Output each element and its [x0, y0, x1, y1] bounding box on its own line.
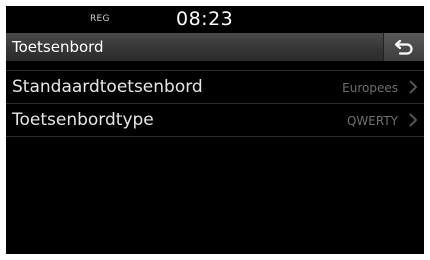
title-bar: Toetsenbord: [6, 33, 424, 61]
chevron-right-icon: [409, 80, 418, 94]
chevron-right-icon: [409, 113, 418, 127]
setting-value: Europees: [342, 81, 398, 95]
screen: REG 08:23 Toetsenbord Standaardtoetsenbo…: [6, 6, 424, 254]
status-reg-label: REG: [90, 14, 110, 24]
setting-item-toetsenbordtype[interactable]: Toetsenbordtype QWERTY: [6, 104, 424, 137]
setting-label: Toetsenbordtype: [12, 110, 154, 130]
status-bar: REG 08:23: [6, 6, 424, 32]
page-title: Toetsenbord: [12, 38, 104, 56]
status-clock: 08:23: [176, 8, 234, 30]
back-arrow-icon: [394, 39, 413, 55]
settings-list: Standaardtoetsenbord Europees Toetsenbor…: [6, 70, 424, 137]
setting-value: QWERTY: [346, 114, 398, 128]
setting-label: Standaardtoetsenbord: [12, 77, 203, 97]
back-button[interactable]: [383, 33, 424, 61]
setting-item-standaardtoetsenbord[interactable]: Standaardtoetsenbord Europees: [6, 70, 424, 104]
